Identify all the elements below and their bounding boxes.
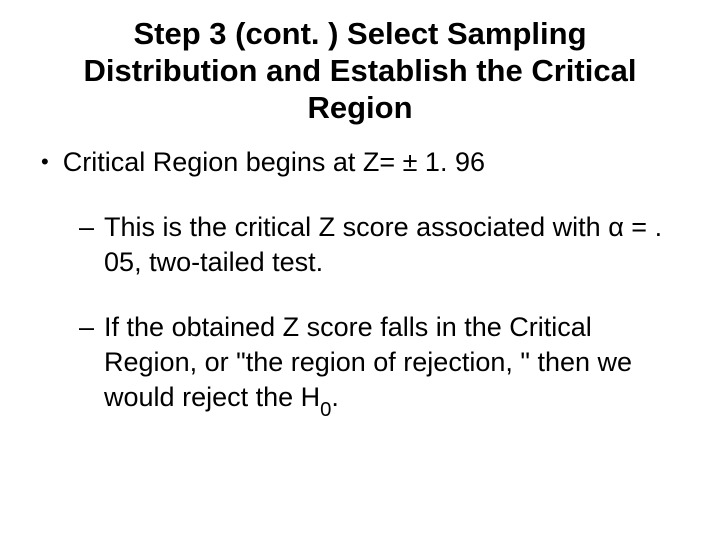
sub2-post: . — [331, 382, 339, 412]
bullet-text-1: Critical Region begins at Z= ± 1. 96 — [63, 145, 685, 180]
sub-bullet-item-2: – If the obtained Z score falls in the C… — [79, 310, 685, 420]
sub-bullet-text-2: If the obtained Z score falls in the Cri… — [104, 310, 685, 420]
dash-marker: – — [79, 310, 94, 345]
sub2-subscript: 0 — [320, 399, 331, 421]
dash-marker: – — [79, 210, 94, 245]
bullet-marker: • — [41, 145, 49, 178]
sub2-pre: If the obtained Z score falls in the Cri… — [104, 312, 632, 412]
sub-bullet-text-1: This is the critical Z score associated … — [104, 210, 685, 280]
bullet-item-1: • Critical Region begins at Z= ± 1. 96 — [35, 145, 685, 180]
sub-bullet-item-1: – This is the critical Z score associate… — [79, 210, 685, 280]
slide-title: Step 3 (cont. ) Select Sampling Distribu… — [35, 15, 685, 127]
